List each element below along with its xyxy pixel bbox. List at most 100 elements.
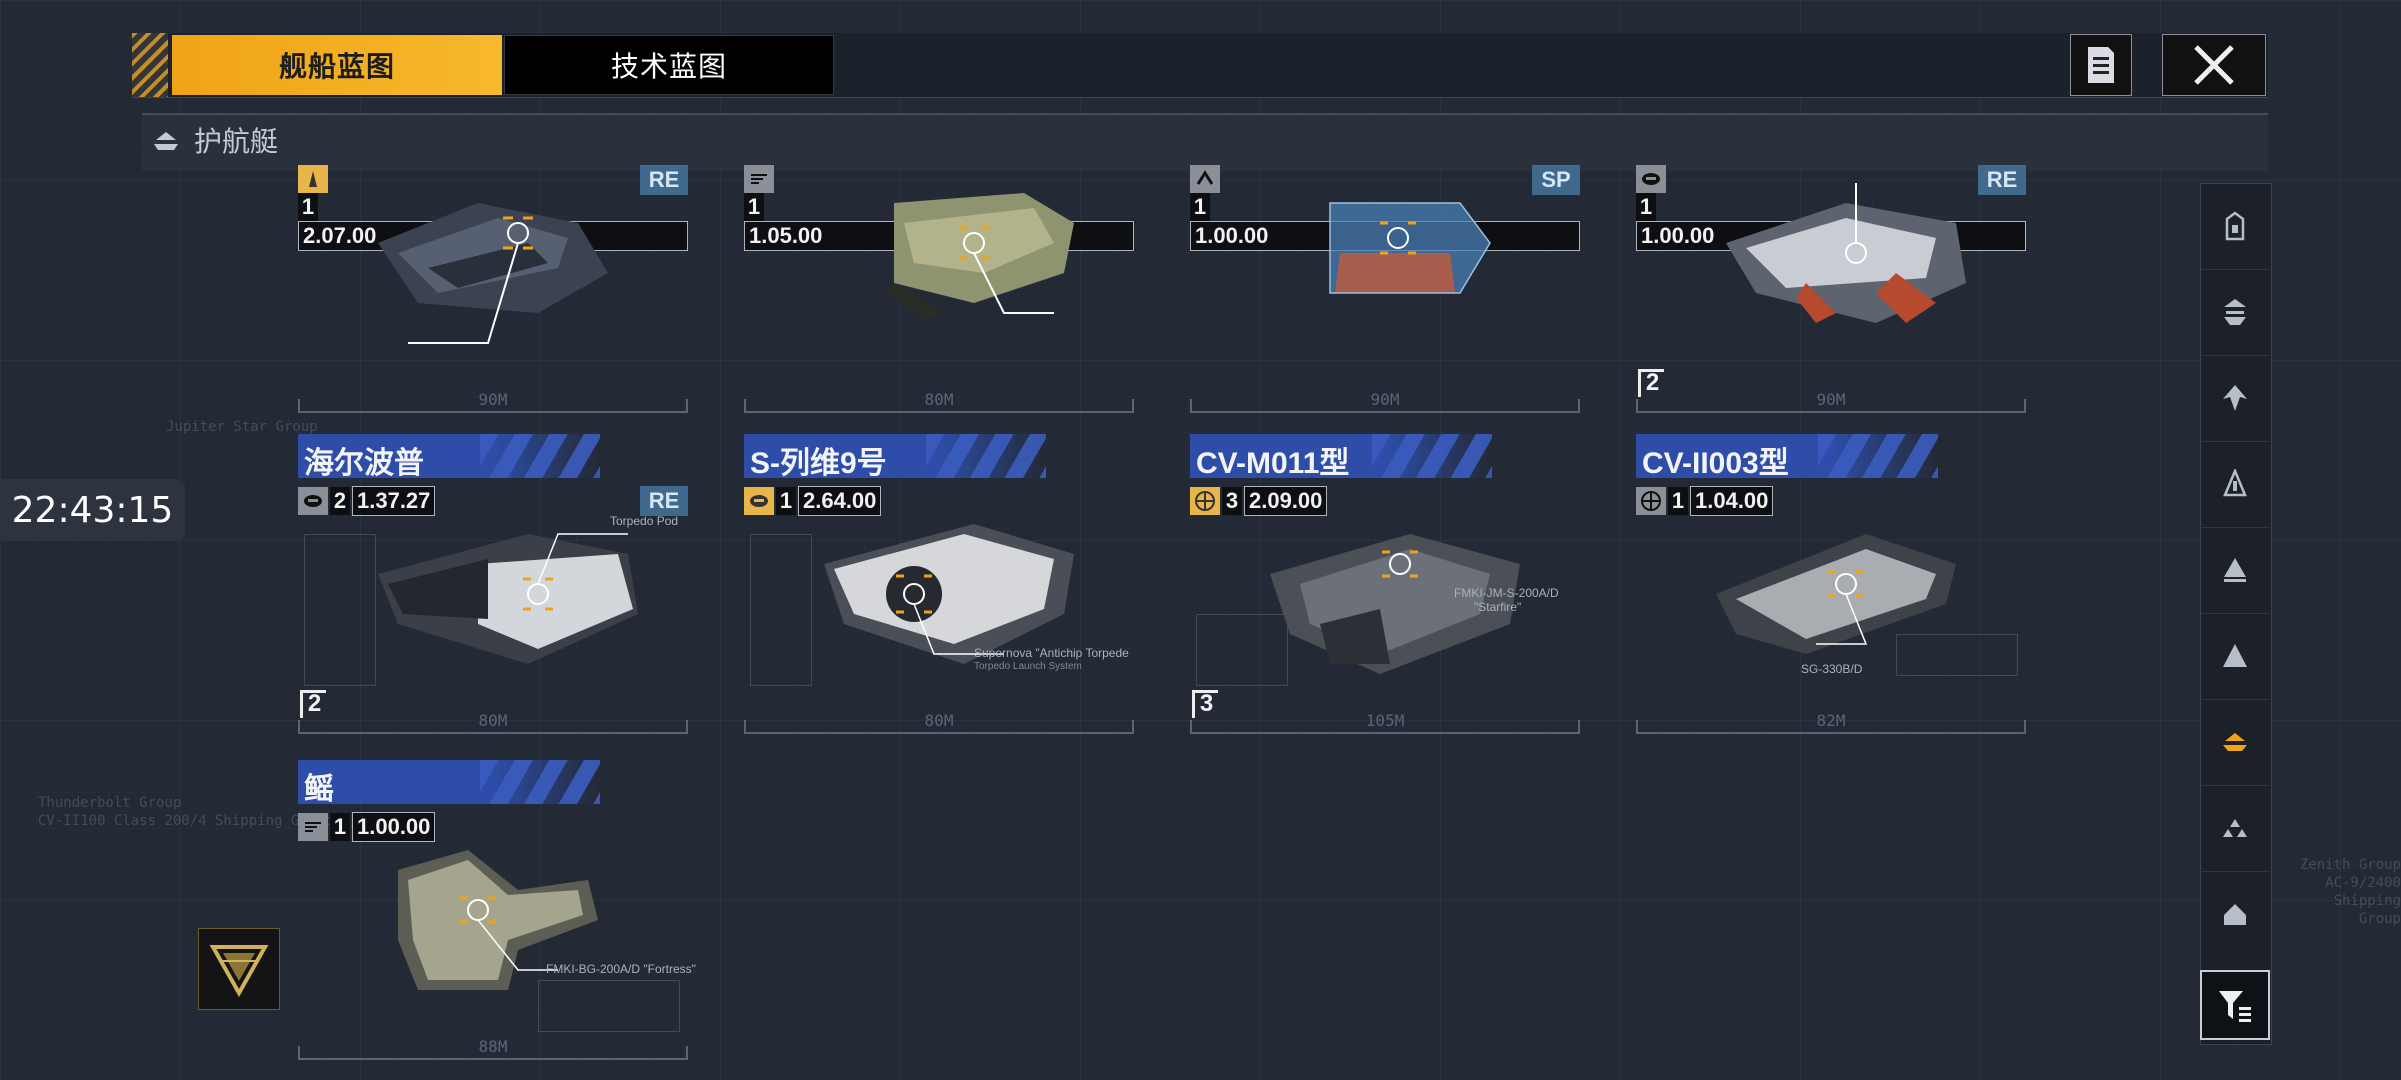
blueprint-count: 1: [330, 813, 350, 841]
type-badge: SP: [1532, 165, 1580, 195]
triangle-emblem-icon: [209, 945, 269, 997]
length-label: 105M: [1365, 711, 1405, 730]
blueprint-count: 3: [1222, 487, 1242, 515]
length-ruler: 80M: [744, 390, 1134, 413]
sidebar-item-carrier[interactable]: [2200, 183, 2270, 270]
blueprint-count: 1: [1636, 193, 1656, 221]
ship-model: [378, 203, 608, 344]
length-label: 80M: [924, 711, 954, 730]
ship-model: [378, 533, 638, 664]
sidebar-item-escort[interactable]: [2200, 699, 2270, 786]
destroyer-icon: [2223, 385, 2247, 411]
ship-name: CV-II003型: [1642, 447, 1789, 480]
ship-card[interactable]: 海尔波普 2 1.37.27 RE Torpedo Pod 2 80M: [298, 434, 688, 734]
blueprint-count: 2: [330, 487, 350, 515]
ship-card[interactable]: 1 1.05.00 80M: [744, 165, 1134, 413]
length-ruler: 105M: [1190, 711, 1580, 734]
ship-card[interactable]: 鳐 1 1.00.00 FMKI-BG-200A/D "Fortress" 88…: [298, 760, 696, 1060]
length-ruler: 80M: [298, 711, 688, 734]
length-label: 90M: [1816, 390, 1846, 409]
ship-card[interactable]: CV-II003型 1 1.04.00 SG-330B/D 82M: [1636, 434, 2026, 734]
blueprint-count: 1: [776, 487, 796, 515]
blueprint-value: 2.09.00: [1244, 486, 1328, 516]
close-icon: [2194, 45, 2234, 85]
clock: 22:43:15: [0, 479, 185, 541]
type-badge: RE: [640, 486, 688, 516]
cruiser-icon: [2223, 469, 2247, 497]
corvette-icon: [2224, 558, 2246, 582]
length-ruler: 82M: [1636, 711, 2026, 734]
annotation: FMKI-BG-200A/D "Fortress": [546, 962, 696, 976]
ship-card[interactable]: 1 1.00.00 RE 2 90M: [1636, 165, 2026, 413]
length-ruler: 90M: [298, 390, 688, 413]
ship-model-locked: [1329, 202, 1491, 294]
blueprint-value: 1.00.00: [352, 812, 436, 842]
ship-card[interactable]: CV-M011型 3 2.09.00 FMKI-JM-S-200A/D "Sta…: [1190, 434, 1580, 734]
fleet-emblem-icon: [744, 165, 774, 193]
faction-emblem-button[interactable]: [198, 928, 280, 1010]
hazard-stripe: [132, 33, 168, 97]
length-label: 88M: [478, 1037, 508, 1056]
annotation: FMKI-JM-S-200A/D "Starfire": [1454, 586, 1559, 614]
stats-row: 1 1.00.00: [298, 812, 436, 842]
document-list-icon: [2088, 47, 2114, 83]
type-badge: RE: [1978, 165, 2026, 195]
sidebar-item-destroyer[interactable]: [2200, 355, 2270, 442]
fleet-emblem-icon: [298, 165, 328, 193]
name-band: [298, 760, 600, 804]
length-label: 90M: [478, 390, 508, 409]
ship-name: CV-M011型: [1196, 447, 1350, 480]
blueprint-count: 1: [298, 193, 318, 221]
carrier-icon: [2225, 211, 2245, 241]
blueprint-count: 1: [1668, 487, 1688, 515]
fleet-emblem-icon: [298, 813, 328, 841]
length-ruler: 88M: [298, 1037, 688, 1060]
annotation: Supernova "Antichip Torpede Torpedo Laun…: [974, 646, 1129, 672]
stats-row: 2 1.37.27: [298, 486, 436, 516]
ship-model: [884, 193, 1074, 318]
annotation: SG-330B/D: [1801, 662, 1863, 676]
length-label: 82M: [1816, 711, 1846, 730]
ship-name: 海尔波普: [304, 447, 424, 480]
sidebar-item-drone[interactable]: [2200, 785, 2270, 872]
sidebar-item-frigate[interactable]: [2200, 269, 2270, 356]
length-label: 80M: [478, 711, 508, 730]
sidebar-item-fighter[interactable]: [2200, 613, 2270, 700]
blueprint-count: 1: [744, 193, 764, 221]
sidebar-item-auxiliary[interactable]: [2200, 871, 2270, 957]
fleet-emblem-icon: [1190, 487, 1220, 515]
tab-ship-blueprint[interactable]: 舰船蓝图: [172, 35, 502, 95]
escort-icon: [2223, 733, 2247, 751]
escort-category-icon: [154, 132, 178, 150]
stats-row: 1 1.04.00: [1636, 486, 1774, 516]
length-label: 90M: [1370, 390, 1400, 409]
sidebar-item-corvette[interactable]: [2200, 527, 2270, 614]
ship-name: 鳐: [304, 773, 334, 806]
category-bar[interactable]: [142, 113, 2268, 171]
ship-card[interactable]: 1 1.00.00 SP 90M: [1190, 165, 1580, 413]
close-button[interactable]: [2162, 34, 2266, 96]
type-badge: RE: [640, 165, 688, 195]
sidebar-item-cruiser[interactable]: [2200, 441, 2270, 528]
fleet-emblem-icon: [1190, 165, 1220, 193]
filter-button[interactable]: [2200, 970, 2270, 1040]
blueprint-value: 1.37.27: [352, 486, 436, 516]
schematic-drawing: [750, 534, 812, 686]
fleet-emblem-icon: [298, 487, 328, 515]
blueprint-value: 1.04.00: [1690, 486, 1774, 516]
stats-row: 3 2.09.00: [1190, 486, 1328, 516]
tab-tech-blueprint[interactable]: 技术蓝图: [504, 35, 834, 95]
ship-card[interactable]: S-列维9号 1 2.64.00 Supernova "Antichip Tor…: [744, 434, 1134, 734]
list-button[interactable]: [2070, 34, 2132, 96]
annotation: Torpedo Pod: [610, 514, 679, 528]
blueprint-value: 2.64.00: [798, 486, 882, 516]
filter-icon: [2219, 991, 2251, 1022]
blueprint-count: 1: [1190, 193, 1210, 221]
length-label: 80M: [924, 390, 954, 409]
ship-model: [1716, 534, 1956, 654]
category-label: 护航艇: [194, 125, 279, 158]
tab-label: 舰船蓝图: [278, 50, 395, 83]
ship-card[interactable]: 1 2.07.00 RE 90M: [298, 165, 688, 413]
ship-model: [1726, 183, 1966, 323]
ship-model: [398, 850, 598, 990]
